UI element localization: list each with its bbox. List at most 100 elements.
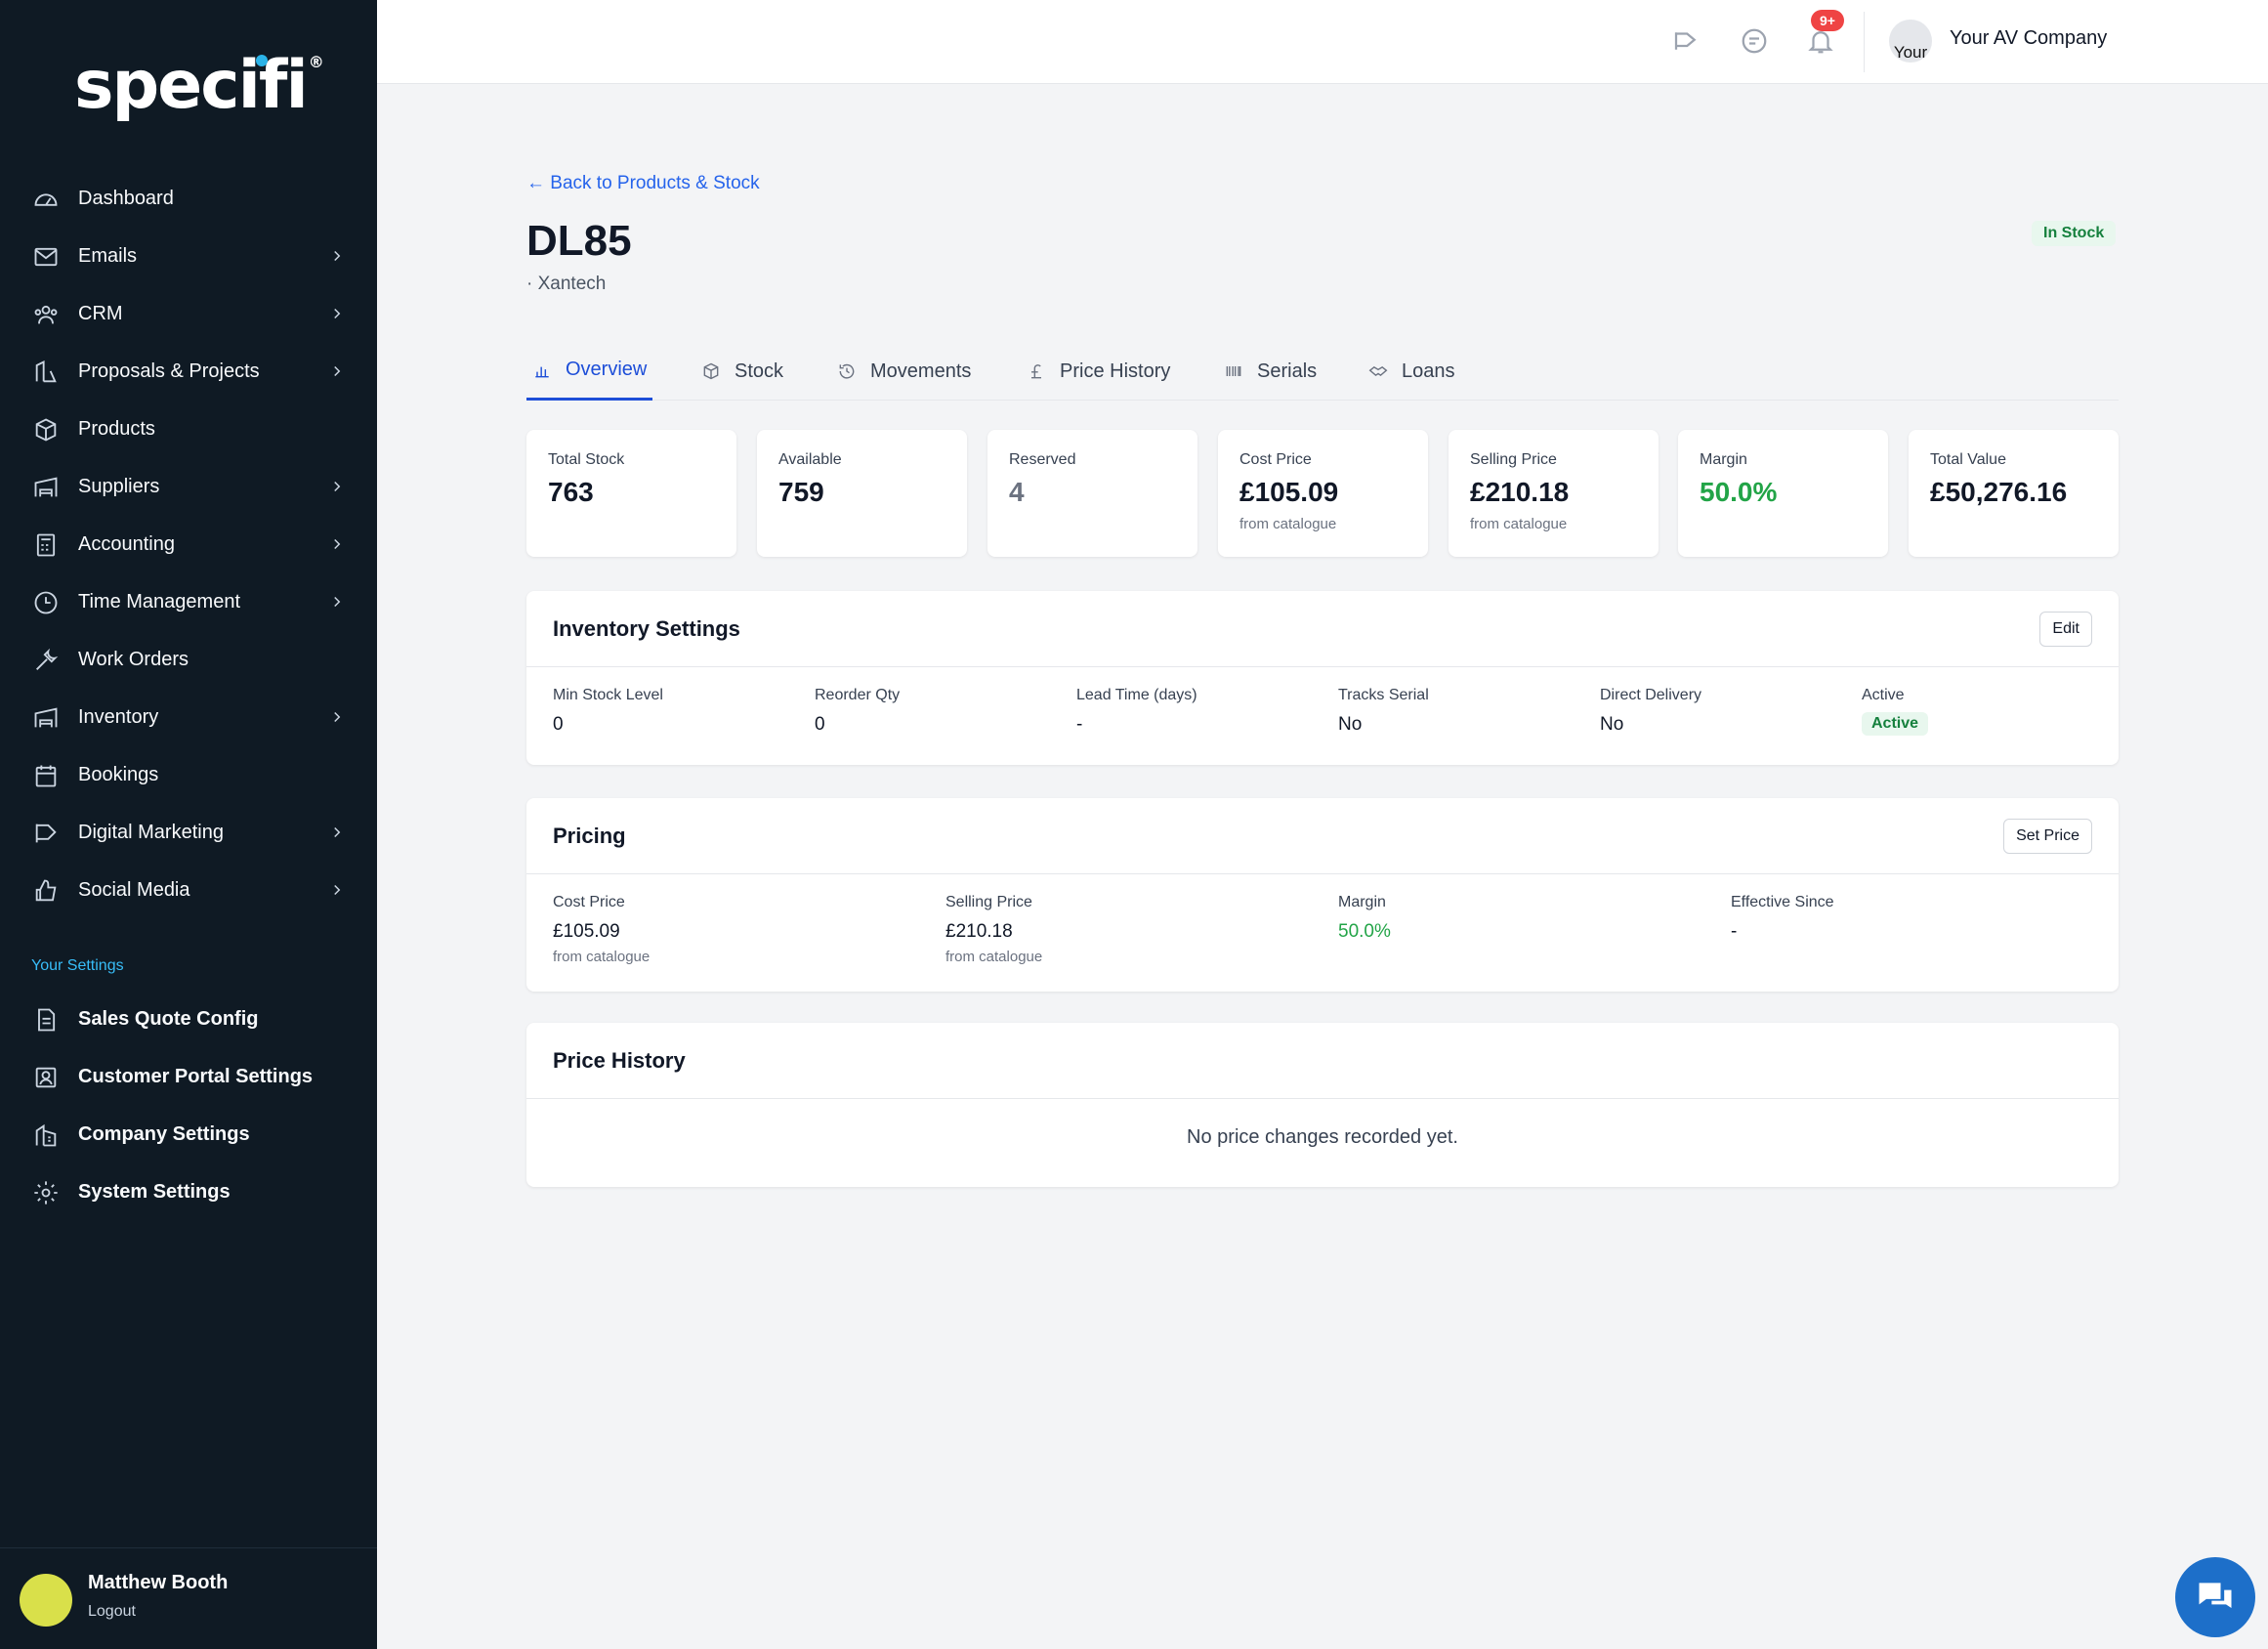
stat-value: 50.0%: [1700, 477, 1778, 507]
stat-label: Total Stock: [548, 451, 625, 468]
tab-serials[interactable]: Serials: [1224, 342, 1317, 401]
handshake-icon: [1368, 365, 1388, 377]
nav-label: Products: [78, 418, 155, 440]
warehouse-icon: [31, 473, 61, 502]
tab-price-history[interactable]: Price History: [1027, 342, 1170, 401]
nav-item-digital-marketing[interactable]: Digital Marketing: [0, 804, 377, 862]
stat-value: 759: [778, 477, 824, 507]
company-name[interactable]: Your AV Company: [1950, 27, 2107, 50]
nav-item-sales-quote-config[interactable]: Sales Quote Config: [0, 991, 377, 1048]
card-title: Price History: [553, 1048, 686, 1073]
notification-badge: 9+: [1811, 10, 1844, 31]
inventory-settings-card: Inventory Settings Edit Min Stock Level 0…: [526, 591, 2119, 765]
nav-label: Emails: [78, 245, 138, 267]
stat-label: Margin: [1700, 451, 1747, 468]
stat-value: 763: [548, 477, 594, 507]
stat-card-available: Available 759: [757, 430, 967, 557]
status-badge: In Stock: [2032, 221, 2117, 246]
stat-label: Cost Price: [1239, 451, 1312, 468]
chat-icon: [2199, 1583, 2232, 1608]
nav-item-inventory[interactable]: Inventory: [0, 689, 377, 746]
tab-stock[interactable]: Stock: [701, 342, 783, 401]
main-nav: Dashboard Emails CRM Proposals & Project…: [0, 170, 377, 919]
nav-item-customer-portal-settings[interactable]: Customer Portal Settings: [0, 1048, 377, 1106]
logout-link[interactable]: Logout: [88, 1603, 136, 1621]
stat-subtext: from catalogue: [1470, 516, 1568, 532]
tab-movements[interactable]: Movements: [837, 342, 971, 401]
nav-item-proposals-projects[interactable]: Proposals & Projects: [0, 343, 377, 401]
stat-card-cost-price: Cost Price £105.09 from catalogue: [1218, 430, 1428, 557]
chevron-right-icon: [328, 478, 348, 497]
nav-label: Proposals & Projects: [78, 360, 260, 382]
stat-card-total-stock: Total Stock 763: [526, 430, 736, 557]
product-brand: · Xantech: [526, 274, 607, 294]
company-avatar[interactable]: Your: [1889, 20, 1932, 63]
user-avatar[interactable]: [20, 1574, 72, 1627]
box-icon: [703, 362, 719, 380]
nav-label: CRM: [78, 303, 123, 324]
field-min-stock-level: Min Stock Level 0: [553, 687, 663, 735]
megaphone-icon[interactable]: [1668, 23, 1703, 59]
thumbs-up-icon: [31, 876, 61, 906]
divider: [1864, 12, 1865, 72]
nav-item-time-management[interactable]: Time Management: [0, 573, 377, 631]
chat-bubble-icon[interactable]: [1737, 23, 1772, 59]
users-icon: [31, 300, 61, 329]
stat-label: Available: [778, 451, 842, 468]
nav-item-work-orders[interactable]: Work Orders: [0, 631, 377, 689]
chevron-right-icon: [328, 708, 348, 728]
chevron-right-icon: [328, 824, 348, 843]
back-link[interactable]: ← Back to Products & Stock: [526, 173, 760, 194]
chevron-right-icon: [328, 247, 348, 267]
nav-label: Dashboard: [78, 188, 174, 209]
field-margin: Margin 50.0%: [1338, 894, 1391, 942]
stat-card-margin: Margin 50.0%: [1678, 430, 1888, 557]
nav-item-products[interactable]: Products: [0, 401, 377, 458]
document-icon: [31, 1005, 61, 1035]
gear-icon: [31, 1178, 61, 1207]
chevron-right-icon: [328, 881, 348, 901]
price-history-card: Price History No price changes recorded …: [526, 1023, 2119, 1187]
nav-label: Social Media: [78, 879, 190, 901]
gauge-icon: [31, 185, 61, 214]
mail-icon: [31, 242, 61, 272]
portal-icon: [31, 1063, 61, 1092]
stat-value: £105.09: [1239, 477, 1339, 507]
nav-item-company-settings[interactable]: Company Settings: [0, 1106, 377, 1163]
tab-overview[interactable]: Overview: [526, 342, 653, 401]
pricing-card: Pricing Set Price Cost Price £105.09 from …: [526, 798, 2119, 992]
chat-launcher-button[interactable]: [2175, 1557, 2255, 1637]
field-cost-price: Cost Price £105.09 from catalogue: [553, 894, 651, 965]
nav-label: System Settings: [78, 1181, 231, 1203]
nav-item-crm[interactable]: CRM: [0, 285, 377, 343]
field-active: Active Active: [1862, 687, 1929, 736]
tab-loans[interactable]: Loans: [1368, 342, 1455, 401]
settings-nav: Sales Quote Config Customer Portal Setti…: [0, 991, 377, 1221]
nav-item-system-settings[interactable]: System Settings: [0, 1163, 377, 1221]
calendar-icon: [31, 761, 61, 790]
nav-item-bookings[interactable]: Bookings: [0, 746, 377, 804]
nav-item-suppliers[interactable]: Suppliers: [0, 458, 377, 516]
nav-item-accounting[interactable]: Accounting: [0, 516, 377, 573]
nav-item-social-media[interactable]: Social Media: [0, 862, 377, 919]
stat-value: 4: [1009, 477, 1025, 507]
stat-card-selling-price: Selling Price £210.18 from catalogue: [1449, 430, 1659, 557]
stat-subtext: from catalogue: [1239, 516, 1337, 532]
specifi-logo[interactable]: specifi ®: [74, 47, 324, 124]
field-lead-time: Lead Time (days) -: [1076, 687, 1197, 735]
edit-button[interactable]: Edit: [2039, 612, 2092, 647]
set-price-button[interactable]: Set Price: [2003, 819, 2092, 854]
stat-label: Selling Price: [1470, 451, 1557, 468]
card-title: Inventory Settings: [553, 616, 740, 641]
nav-item-dashboard[interactable]: Dashboard: [0, 170, 377, 228]
nav-item-emails[interactable]: Emails: [0, 228, 377, 285]
nav-label: Inventory: [78, 706, 159, 728]
calculator-icon: [31, 530, 61, 560]
wrench-icon: [31, 646, 61, 675]
stat-value: £210.18: [1470, 477, 1570, 507]
card-title: Pricing: [553, 824, 626, 848]
building-icon: [31, 1120, 61, 1150]
top-bar: 9+ Your Your AV Company: [377, 0, 2268, 84]
field-direct-delivery: Direct Delivery No: [1600, 687, 1702, 735]
stat-label: Reserved: [1009, 451, 1076, 468]
